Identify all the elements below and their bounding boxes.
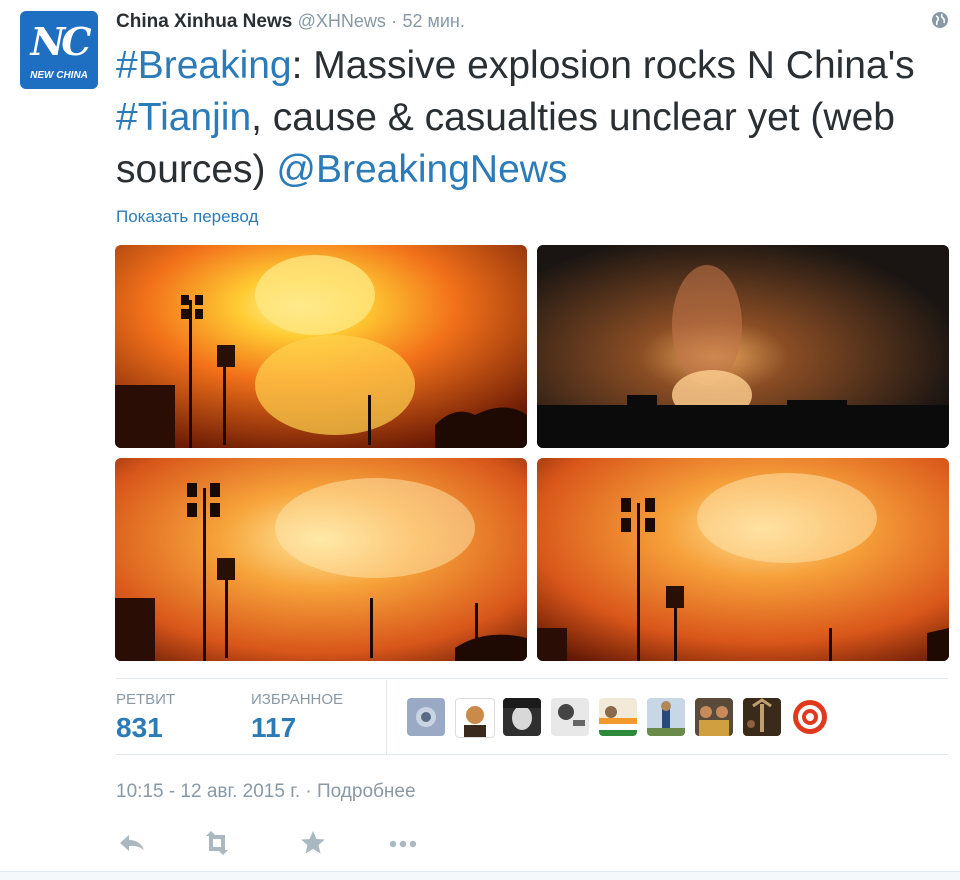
stats-bottom-divider	[116, 754, 948, 755]
explosion-night-photo-icon	[537, 245, 949, 448]
tweet-time-ago[interactable]: 52 мин.	[402, 11, 464, 31]
reply-icon[interactable]	[116, 828, 150, 858]
explosion-photo-icon	[115, 245, 527, 448]
avatar-logo-subtext: NEW CHINA	[30, 70, 88, 81]
account-avatar[interactable]: NC NEW CHINA	[20, 11, 98, 89]
header-separator: ·	[391, 11, 398, 31]
favorite-icon[interactable]	[296, 828, 330, 858]
favoriter-avatar-4[interactable]	[551, 698, 589, 736]
retweets-count[interactable]: 831	[116, 712, 163, 744]
tweet-header: China Xinhua News @XHNews · 52 мин.	[116, 11, 465, 35]
favoriter-avatar-3[interactable]	[503, 698, 541, 736]
favoriter-avatar-2[interactable]	[455, 698, 495, 738]
favoriter-avatar-9[interactable]	[791, 698, 829, 736]
timestamp-separator: ·	[305, 781, 312, 802]
stats-top-divider	[116, 678, 948, 679]
favoriter-avatar-7[interactable]	[695, 698, 733, 736]
bottom-strip	[0, 871, 960, 880]
favoriter-avatar-1[interactable]	[407, 698, 445, 736]
globe-icon	[931, 11, 949, 29]
more-icon[interactable]	[386, 828, 420, 858]
media-photo-1[interactable]	[115, 245, 527, 448]
account-handle[interactable]: @XHNews	[298, 11, 386, 31]
show-translation-link[interactable]: Показать перевод	[116, 207, 258, 227]
explosion-photo-icon	[537, 458, 949, 661]
favoriter-avatar-5[interactable]	[599, 698, 637, 736]
details-link[interactable]: Подробнее	[317, 781, 416, 802]
account-name[interactable]: China Xinhua News	[116, 11, 292, 32]
media-photo-3[interactable]	[115, 458, 527, 661]
hashtag-tianjin[interactable]: #Tianjin	[116, 96, 251, 139]
favoriter-avatar-8[interactable]	[743, 698, 781, 736]
media-photo-2[interactable]	[537, 245, 949, 448]
mention-breakingnews[interactable]: @BreakingNews	[276, 148, 567, 191]
avatar-logo-text: NC	[30, 19, 92, 64]
tweet-text-part1: : Massive explosion rocks N China's	[291, 44, 915, 87]
tweet-timestamp: 10:15 - 12 авг. 2015 г.	[116, 781, 301, 802]
stats-vertical-divider	[386, 680, 387, 754]
retweets-label[interactable]: РЕТВИТ	[116, 691, 175, 708]
favorites-label[interactable]: ИЗБРАННОЕ	[251, 691, 343, 708]
media-photo-4[interactable]	[537, 458, 949, 661]
hashtag-breaking[interactable]: #Breaking	[116, 44, 292, 87]
favoriter-avatar-6[interactable]	[647, 698, 685, 736]
retweet-icon[interactable]	[200, 828, 234, 858]
tweet-text: #Breaking: Massive explosion rocks N Chi…	[116, 40, 946, 196]
explosion-photo-icon	[115, 458, 527, 661]
tweet-timestamp-row: 10:15 - 12 авг. 2015 г. · Подробнее	[116, 781, 416, 803]
favorites-count[interactable]: 117	[251, 712, 296, 744]
